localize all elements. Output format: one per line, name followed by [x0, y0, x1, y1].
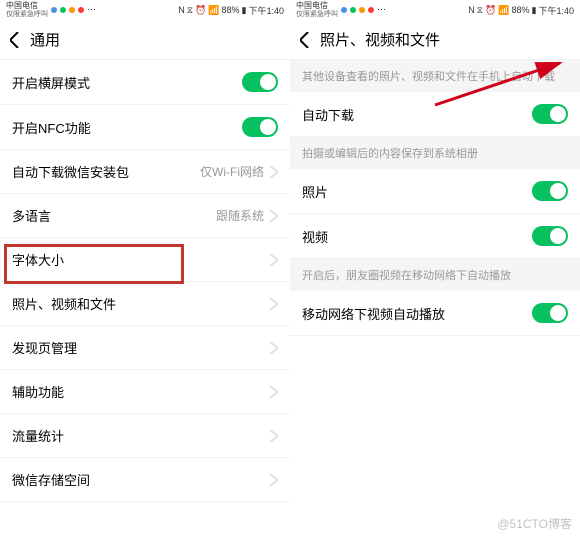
row-label: 流量统计	[12, 426, 270, 445]
battery-text: 88%	[512, 5, 530, 15]
row-item[interactable]: 字体大小	[0, 238, 290, 282]
notif-dot	[350, 7, 356, 13]
row-video[interactable]: 视频	[290, 214, 580, 259]
notif-dot	[341, 7, 347, 13]
settings-list: 其他设备查看的照片、视频和文件在手机上自动下载 自动下载 拍摄或编辑后的内容保存…	[290, 60, 580, 336]
row-label: 自动下载	[302, 105, 532, 124]
toggle-auto-download[interactable]	[532, 104, 568, 124]
statusbar: 中国电信 仅限紧急呼叫 ⋯ N ⧖ ⏰ 📶 88% ▮ 下午1:40	[0, 0, 290, 20]
row-item[interactable]: 微信存储空间	[0, 458, 290, 502]
row-item[interactable]: 发现页管理	[0, 326, 290, 370]
toggle[interactable]	[242, 72, 278, 92]
battery-text: 88%	[222, 5, 240, 15]
row-auto-download[interactable]: 自动下载	[290, 92, 580, 137]
row-photo[interactable]: 照片	[290, 169, 580, 214]
section-header: 其他设备查看的照片、视频和文件在手机上自动下载	[290, 60, 580, 92]
row-autoplay[interactable]: 移动网络下视频自动播放	[290, 291, 580, 336]
phone-right: 中国电信 仅限紧急呼叫 ⋯ N ⧖ ⏰ 📶 88% ▮ 下午1:40 照片、视频…	[290, 0, 580, 540]
signal-icon: 📶	[208, 5, 219, 16]
signal-icon: 📶	[498, 5, 509, 16]
row-label: 自动下载微信安装包	[12, 162, 200, 181]
notif-dot	[69, 7, 75, 13]
section-header: 开启后，朋友圈视频在移动网络下自动播放	[290, 259, 580, 291]
more-icon: ⋯	[87, 4, 96, 15]
carrier-text: 中国电信	[296, 2, 338, 11]
carrier-text: 中国电信	[6, 2, 48, 11]
row-label: 开启横屏模式	[12, 73, 242, 92]
row-label: 多语言	[12, 206, 216, 225]
nfc-icon: N	[178, 5, 185, 15]
row-label: 照片、视频和文件	[12, 294, 270, 313]
nfc-icon: N	[468, 5, 475, 15]
statusbar: 中国电信 仅限紧急呼叫 ⋯ N ⧖ ⏰ 📶 88% ▮ 下午1:40	[290, 0, 580, 20]
settings-list: 开启横屏模式开启NFC功能自动下载微信安装包仅Wi-Fi网络多语言跟随系统字体大…	[0, 60, 290, 502]
battery-icon: ▮	[532, 5, 537, 16]
toggle[interactable]	[242, 117, 278, 137]
row-item[interactable]: 辅助功能	[0, 370, 290, 414]
toggle-photo[interactable]	[532, 181, 568, 201]
row-value: 跟随系统	[216, 207, 264, 224]
watermark: @51CTO博客	[497, 515, 572, 532]
row-item[interactable]: 流量统计	[0, 414, 290, 458]
notif-dot	[368, 7, 374, 13]
bluetooth-icon: ⧖	[187, 5, 193, 16]
row-value: 仅Wi-Fi网络	[200, 163, 264, 180]
row-item[interactable]: 多语言跟随系统	[0, 194, 290, 238]
toggle-video[interactable]	[532, 226, 568, 246]
row-label: 开启NFC功能	[12, 118, 242, 137]
row-item[interactable]: 照片、视频和文件	[0, 282, 290, 326]
carrier-sub: 仅限紧急呼叫	[296, 11, 338, 19]
notif-dot	[51, 7, 57, 13]
notif-dot	[78, 7, 84, 13]
row-label: 微信存储空间	[12, 470, 270, 489]
alarm-icon: ⏰	[195, 5, 206, 16]
back-icon[interactable]	[10, 32, 20, 48]
row-label: 视频	[302, 227, 532, 246]
bluetooth-icon: ⧖	[477, 5, 483, 16]
header: 照片、视频和文件	[290, 20, 580, 60]
notif-dot	[359, 7, 365, 13]
row-item[interactable]: 开启NFC功能	[0, 105, 290, 150]
toggle-autoplay[interactable]	[532, 303, 568, 323]
more-icon: ⋯	[377, 4, 386, 15]
row-item[interactable]: 自动下载微信安装包仅Wi-Fi网络	[0, 150, 290, 194]
section-header: 拍摄或编辑后的内容保存到系统相册	[290, 137, 580, 169]
alarm-icon: ⏰	[485, 5, 496, 16]
row-label: 照片	[302, 182, 532, 201]
time-text: 下午1:40	[248, 4, 284, 17]
notif-dot	[60, 7, 66, 13]
back-icon[interactable]	[300, 32, 310, 48]
time-text: 下午1:40	[538, 4, 574, 17]
row-label: 辅助功能	[12, 382, 270, 401]
page-title: 照片、视频和文件	[320, 29, 440, 50]
row-label: 移动网络下视频自动播放	[302, 304, 532, 323]
header: 通用	[0, 20, 290, 60]
row-label: 字体大小	[12, 250, 270, 269]
carrier-sub: 仅限紧急呼叫	[6, 11, 48, 19]
row-label: 发现页管理	[12, 338, 270, 357]
row-item[interactable]: 开启横屏模式	[0, 60, 290, 105]
phone-left: 中国电信 仅限紧急呼叫 ⋯ N ⧖ ⏰ 📶 88% ▮ 下午1:40 通用 开启…	[0, 0, 290, 540]
page-title: 通用	[30, 29, 60, 50]
battery-icon: ▮	[242, 5, 247, 16]
